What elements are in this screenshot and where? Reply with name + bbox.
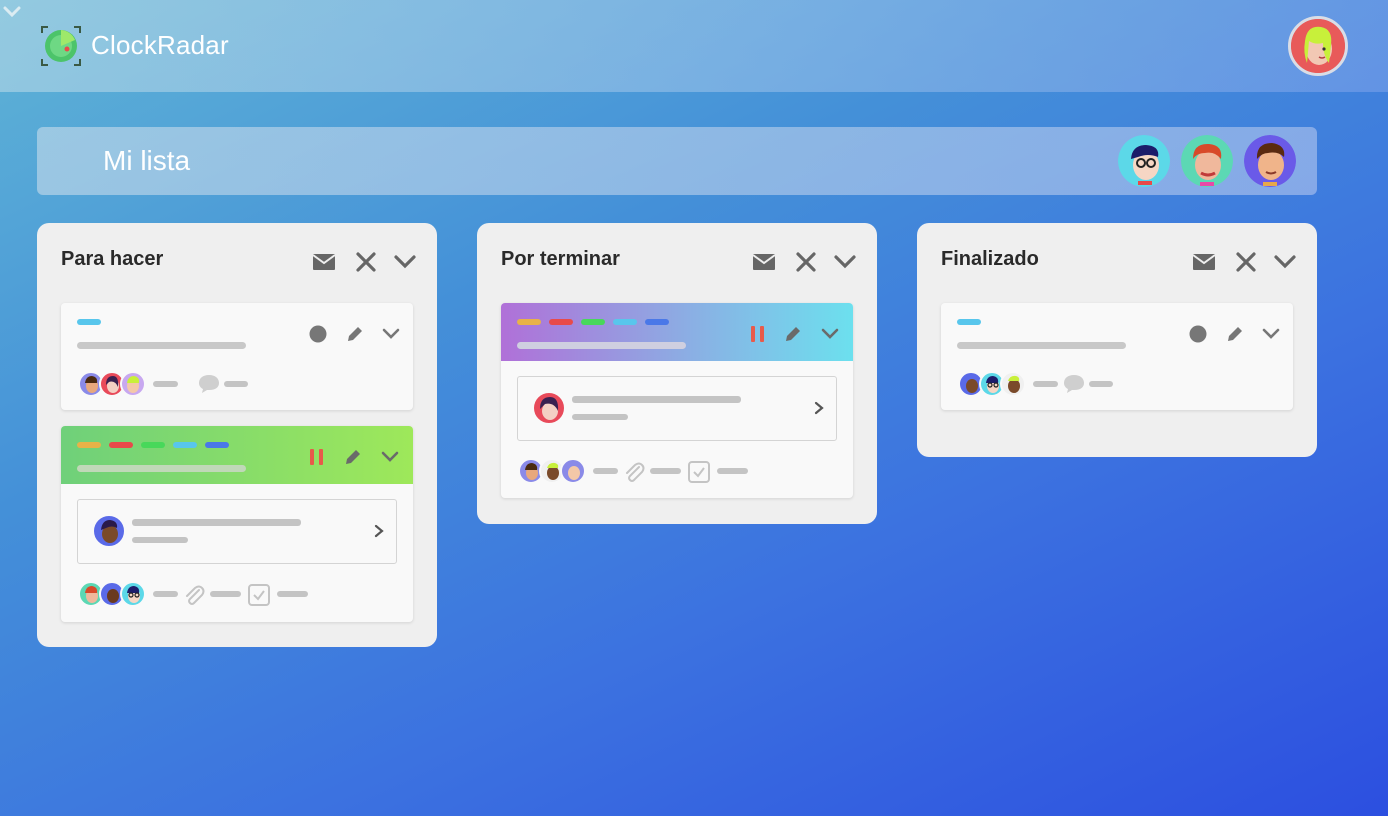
pause-icon[interactable]	[748, 324, 768, 344]
subtask-title-placeholder	[132, 519, 301, 526]
task-title-placeholder	[957, 342, 1126, 349]
comment-icon[interactable]	[197, 373, 221, 395]
column-title: Por terminar	[501, 248, 620, 270]
checkbox-icon[interactable]	[687, 460, 711, 484]
label-tag	[517, 319, 541, 325]
label-tag	[549, 319, 573, 325]
meta-placeholder	[650, 468, 681, 474]
assignee-avatar[interactable]	[120, 581, 146, 607]
task-title-placeholder	[517, 342, 686, 349]
paperclip-icon[interactable]	[182, 583, 206, 607]
meta-placeholder	[1089, 381, 1113, 387]
pencil-icon[interactable]	[343, 447, 363, 467]
task-title-placeholder	[77, 465, 246, 472]
chevron-down-icon[interactable]	[1273, 250, 1297, 274]
meta-placeholder	[153, 591, 178, 597]
close-icon[interactable]	[794, 250, 818, 274]
paperclip-icon[interactable]	[622, 460, 646, 484]
column-title: Para hacer	[61, 248, 164, 270]
app-name: ClockRadar	[91, 30, 229, 60]
chevron-right-icon[interactable]	[371, 523, 387, 539]
label-tag	[613, 319, 637, 325]
assignee-avatar[interactable]	[120, 371, 146, 397]
chevron-down-icon[interactable]	[833, 250, 857, 274]
circle-icon[interactable]	[1188, 324, 1208, 344]
member-avatar[interactable]	[1244, 135, 1296, 187]
subtask-meta-placeholder	[132, 537, 188, 543]
close-icon[interactable]	[1234, 250, 1258, 274]
chevron-down-icon[interactable]	[820, 324, 840, 344]
label-tag	[109, 442, 133, 448]
chevron-down-icon[interactable]	[380, 447, 400, 467]
pencil-icon[interactable]	[345, 324, 365, 344]
close-icon[interactable]	[354, 250, 378, 274]
pause-icon[interactable]	[307, 447, 327, 467]
assignee-avatar[interactable]	[1000, 371, 1026, 397]
mail-icon[interactable]	[312, 250, 336, 274]
chevron-down-icon[interactable]	[1261, 324, 1281, 344]
meta-placeholder	[210, 591, 241, 597]
checkbox-icon[interactable]	[247, 583, 271, 607]
pencil-icon[interactable]	[783, 324, 803, 344]
label-tag	[141, 442, 165, 448]
meta-placeholder	[717, 468, 748, 474]
label-tag	[957, 319, 981, 325]
subtask-meta-placeholder	[572, 414, 628, 420]
label-tag	[581, 319, 605, 325]
meta-placeholder	[593, 468, 618, 474]
radar-clock-icon[interactable]	[40, 25, 82, 67]
subtask-avatar	[92, 514, 126, 548]
pencil-icon[interactable]	[1225, 324, 1245, 344]
label-tag	[77, 442, 101, 448]
meta-placeholder	[277, 591, 308, 597]
label-tag	[645, 319, 669, 325]
meta-placeholder	[1033, 381, 1058, 387]
user-avatar[interactable]	[1288, 16, 1348, 76]
member-avatar[interactable]	[1181, 135, 1233, 187]
list-title: Mi lista	[103, 145, 191, 176]
meta-placeholder	[153, 381, 178, 387]
meta-placeholder	[224, 381, 248, 387]
chevron-down-icon[interactable]	[393, 250, 417, 274]
label-tag	[205, 442, 229, 448]
member-avatar[interactable]	[1118, 135, 1170, 187]
label-tag	[77, 319, 101, 325]
mail-icon[interactable]	[1192, 250, 1216, 274]
mail-icon[interactable]	[752, 250, 776, 274]
circle-icon[interactable]	[308, 324, 328, 344]
chevron-right-icon[interactable]	[811, 400, 827, 416]
subtask-avatar	[532, 391, 566, 425]
chevron-down-icon[interactable]	[381, 324, 401, 344]
comment-icon[interactable]	[1062, 373, 1086, 395]
column-title: Finalizado	[941, 248, 1039, 270]
task-title-placeholder	[77, 342, 246, 349]
assignee-avatar[interactable]	[560, 458, 586, 484]
label-tag	[173, 442, 197, 448]
subtask-title-placeholder	[572, 396, 741, 403]
